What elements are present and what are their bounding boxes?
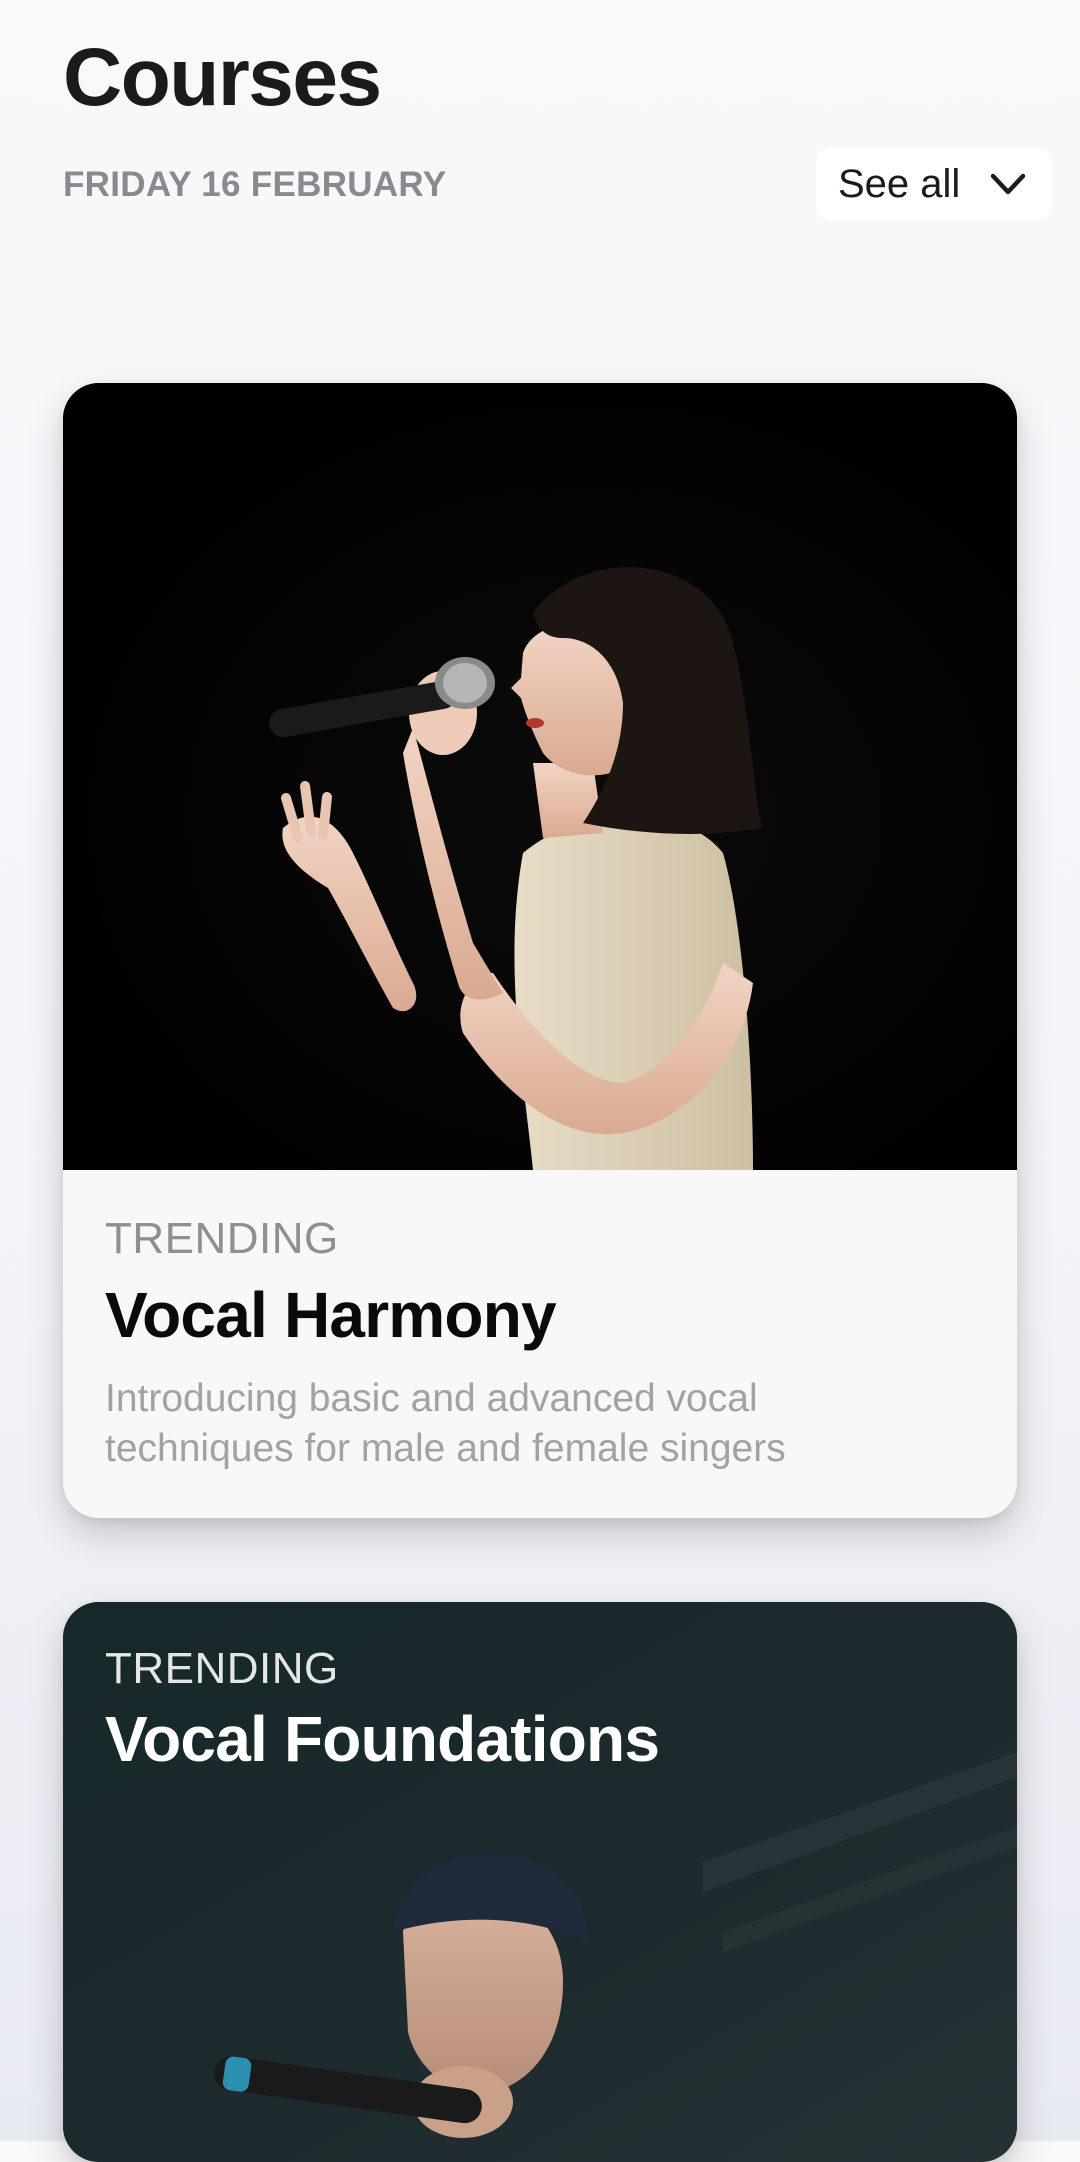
course-eyebrow: TRENDING: [105, 1644, 339, 1693]
course-title: Vocal Foundations: [105, 1703, 660, 1775]
course-title: Vocal Harmony: [105, 1279, 557, 1351]
course-description: Introducing basic and advanced vocal tec…: [105, 1377, 786, 1470]
see-all-button[interactable]: See all: [816, 148, 1051, 220]
course-image: [63, 383, 1017, 1170]
course-card-vocal-foundations[interactable]: TRENDING Vocal Foundations: [63, 1602, 1017, 2162]
chevron-down-icon: [988, 164, 1028, 204]
course-card-vocal-harmony[interactable]: TRENDING Vocal Harmony Introducing basic…: [63, 383, 1017, 1518]
course-info: TRENDING Vocal Foundations: [105, 1644, 660, 1776]
course-info: TRENDING Vocal Harmony Introducing basic…: [105, 1170, 975, 1474]
course-eyebrow: TRENDING: [105, 1214, 339, 1263]
page-title: Courses: [63, 32, 382, 123]
page-header: Courses FRIDAY 16 FEBRUARY See all: [63, 30, 1051, 220]
see-all-label: See all: [838, 161, 961, 206]
date-label: FRIDAY 16 FEBRUARY: [63, 165, 447, 204]
